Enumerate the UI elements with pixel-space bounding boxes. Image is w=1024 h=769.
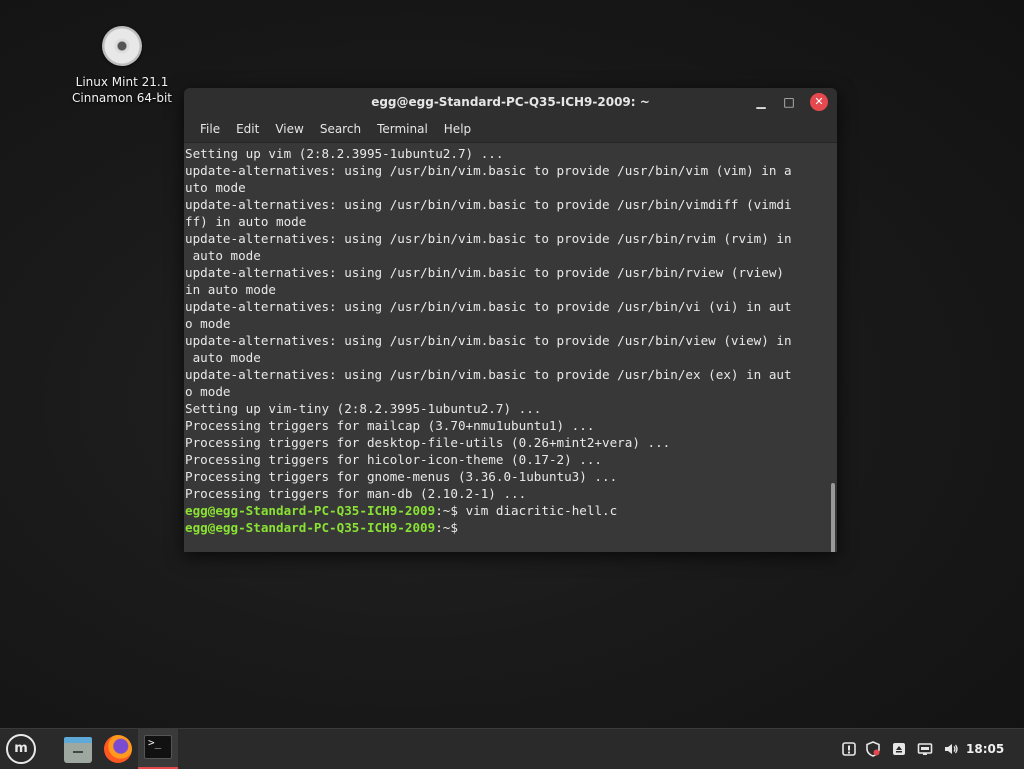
terminal-window: egg@egg-Standard-PC-Q35-ICH9-2009: ~ ▁ □… bbox=[184, 88, 837, 552]
menu-search[interactable]: Search bbox=[312, 116, 369, 142]
files-icon[interactable] bbox=[62, 733, 94, 765]
removable-drive-icon[interactable] bbox=[890, 729, 908, 769]
prompt-user: egg@egg-Standard-PC-Q35-ICH9-2009 bbox=[185, 520, 436, 535]
terminal-line: o mode bbox=[185, 384, 231, 399]
terminal-output[interactable]: Setting up vim (2:8.2.3995-1ubuntu2.7) .… bbox=[184, 143, 837, 552]
menu-terminal[interactable]: Terminal bbox=[369, 116, 436, 142]
minimize-button[interactable]: ▁ bbox=[752, 93, 770, 111]
terminal-line: auto mode bbox=[185, 248, 261, 263]
mint-menu-button[interactable]: m bbox=[6, 734, 36, 764]
terminal-line: Processing triggers for desktop-file-uti… bbox=[185, 435, 671, 450]
desktop: Linux Mint 21.1 Cinnamon 64-bit egg@egg-… bbox=[0, 0, 1024, 728]
terminal-line: update-alternatives: using /usr/bin/vim.… bbox=[185, 265, 784, 280]
menu-edit[interactable]: Edit bbox=[228, 116, 267, 142]
menu-file[interactable]: File bbox=[192, 116, 228, 142]
terminal-taskbar-button[interactable]: >_ bbox=[138, 729, 178, 769]
terminal-scrollbar[interactable] bbox=[831, 483, 835, 552]
terminal-line: Setting up vim-tiny (2:8.2.3995-1ubuntu2… bbox=[185, 401, 542, 416]
prompt-line: egg@egg-Standard-PC-Q35-ICH9-2009:~$ vim… bbox=[185, 502, 825, 519]
desktop-icon-label-line1: Linux Mint 21.1 bbox=[75, 75, 169, 89]
terminal-line: uto mode bbox=[185, 180, 246, 195]
desktop-icon-linux-mint-disc[interactable]: Linux Mint 21.1 Cinnamon 64-bit bbox=[62, 26, 182, 106]
window-title: egg@egg-Standard-PC-Q35-ICH9-2009: ~ bbox=[371, 95, 650, 109]
prompt-user: egg@egg-Standard-PC-Q35-ICH9-2009 bbox=[185, 503, 436, 518]
window-titlebar[interactable]: egg@egg-Standard-PC-Q35-ICH9-2009: ~ ▁ □… bbox=[184, 88, 837, 116]
terminal-line: Processing triggers for mailcap (3.70+nm… bbox=[185, 418, 595, 433]
volume-icon[interactable] bbox=[942, 729, 960, 769]
bottom-panel: m >_ 18:05 bbox=[0, 728, 1024, 769]
notifications-icon[interactable] bbox=[840, 729, 858, 769]
firefox-icon[interactable] bbox=[102, 733, 134, 765]
clock[interactable]: 18:05 bbox=[966, 729, 1004, 769]
terminal-line: o mode bbox=[185, 316, 231, 331]
terminal-line: auto mode bbox=[185, 350, 261, 365]
terminal-line: update-alternatives: using /usr/bin/vim.… bbox=[185, 367, 792, 382]
menu-bar: File Edit View Search Terminal Help bbox=[184, 116, 837, 143]
shield-icon[interactable] bbox=[864, 729, 882, 769]
desktop-icon-label-line2: Cinnamon 64-bit bbox=[72, 91, 172, 105]
terminal-line: update-alternatives: using /usr/bin/vim.… bbox=[185, 197, 792, 212]
prompt-suffix: :~$ bbox=[435, 520, 466, 535]
menu-help[interactable]: Help bbox=[436, 116, 479, 142]
terminal-line: Setting up vim (2:8.2.3995-1ubuntu2.7) .… bbox=[185, 146, 504, 161]
prompt-command: vim diacritic-hell.c bbox=[465, 503, 618, 518]
terminal-icon: >_ bbox=[144, 735, 172, 759]
maximize-button[interactable]: □ bbox=[780, 93, 798, 111]
terminal-line: Processing triggers for man-db (2.10.2-1… bbox=[185, 486, 527, 501]
prompt-suffix: :~$ bbox=[435, 503, 466, 518]
terminal-line: ff) in auto mode bbox=[185, 214, 307, 229]
terminal-line: Processing triggers for hicolor-icon-the… bbox=[185, 452, 603, 467]
disc-icon bbox=[102, 26, 142, 66]
terminal-line: update-alternatives: using /usr/bin/vim.… bbox=[185, 333, 792, 348]
prompt-line-current[interactable]: egg@egg-Standard-PC-Q35-ICH9-2009:~$ bbox=[185, 519, 825, 536]
terminal-line: update-alternatives: using /usr/bin/vim.… bbox=[185, 299, 792, 314]
network-icon[interactable] bbox=[916, 729, 934, 769]
terminal-line: update-alternatives: using /usr/bin/vim.… bbox=[185, 231, 792, 246]
close-button[interactable]: ✕ bbox=[810, 93, 828, 111]
terminal-line: in auto mode bbox=[185, 282, 276, 297]
terminal-line: Processing triggers for gnome-menus (3.3… bbox=[185, 469, 618, 484]
menu-view[interactable]: View bbox=[267, 116, 311, 142]
terminal-line: update-alternatives: using /usr/bin/vim.… bbox=[185, 163, 792, 178]
